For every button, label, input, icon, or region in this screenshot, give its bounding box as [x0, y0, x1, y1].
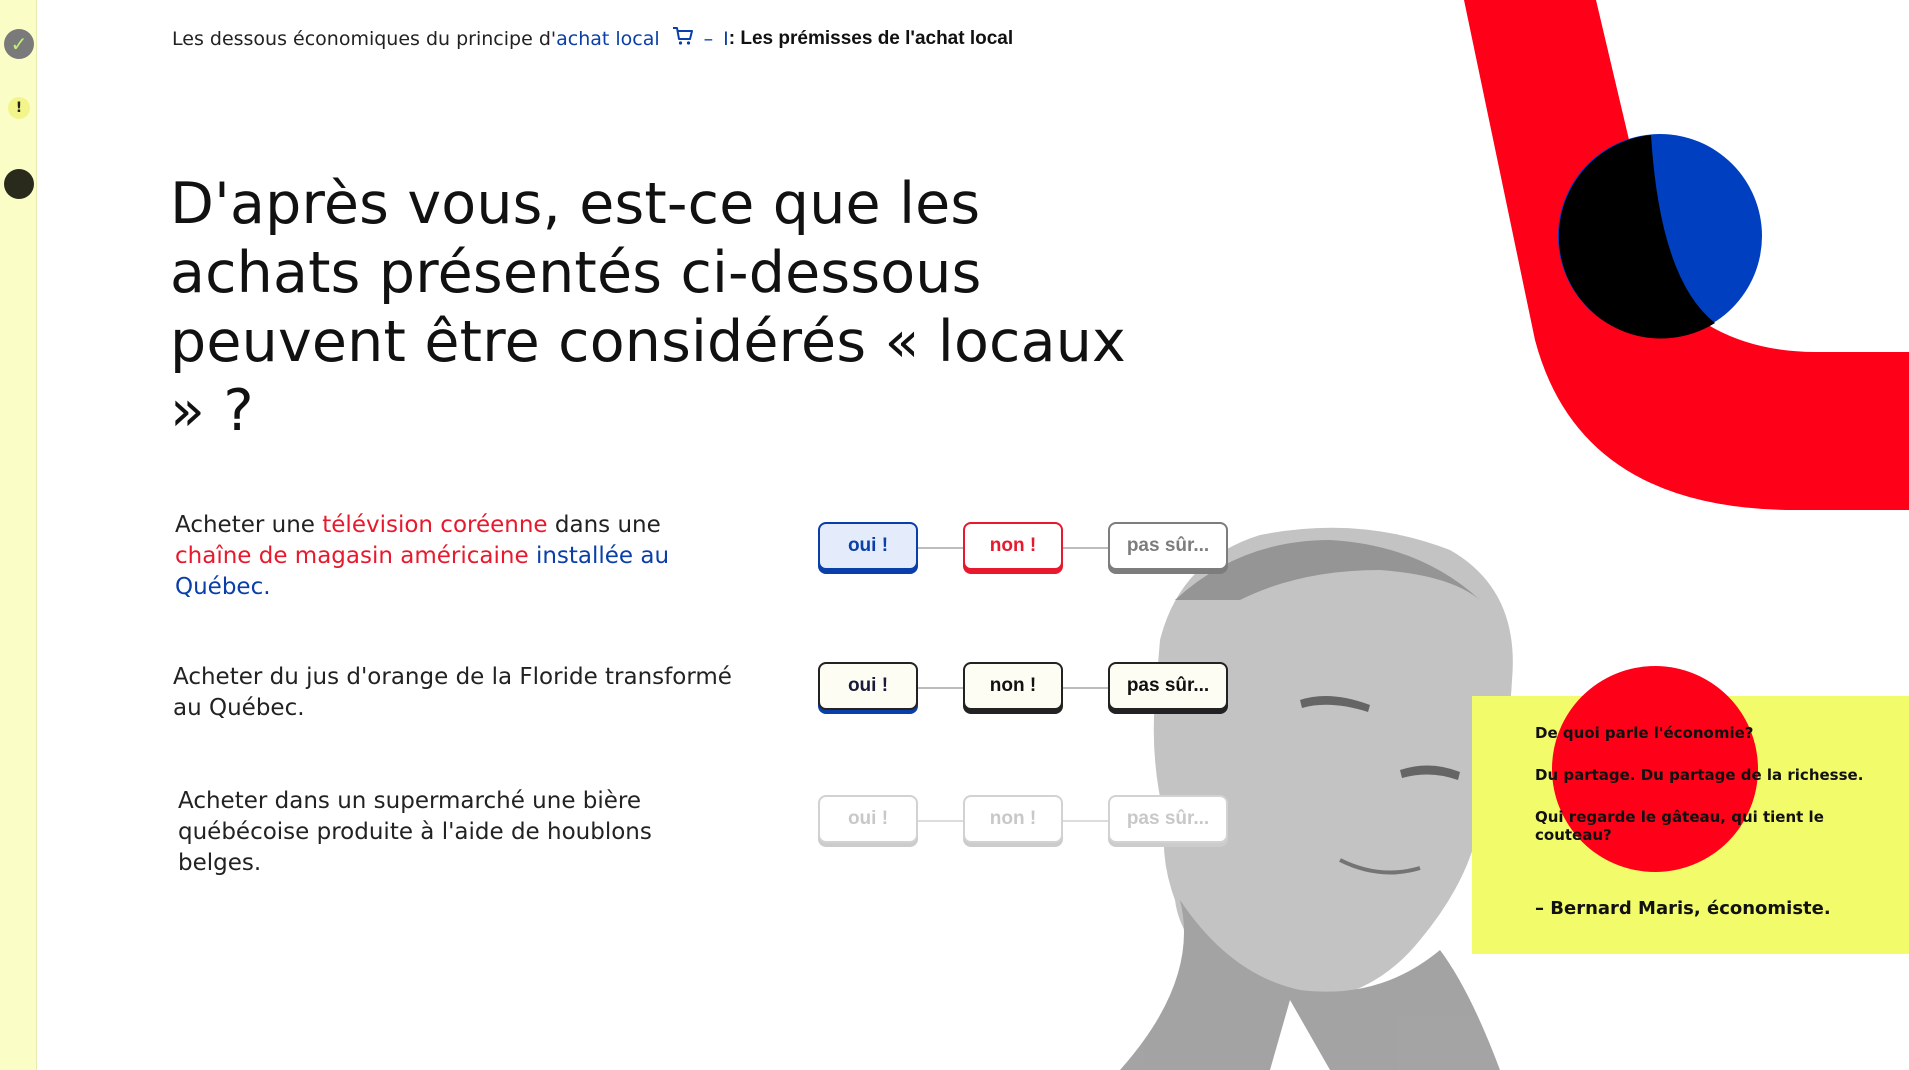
question-2-answers: oui ! non ! pas sûr... [818, 662, 1230, 714]
question-3-text: Acheter dans un supermarché une bière qu… [178, 788, 652, 876]
question-1-unsure-button[interactable]: pas sûr... [1108, 522, 1228, 570]
question-3-answers: oui ! non ! pas sûr... [818, 795, 1230, 847]
shopping-cart-icon[interactable] [672, 26, 694, 51]
question-2-text: Acheter du jus d'orange de la Floride tr… [173, 664, 732, 721]
question-1-highlight-red: télévision coréenne [322, 512, 548, 538]
question-1-part: dans une [547, 512, 661, 538]
breadcrumb-section-title: : Les prémisses de l'achat local [728, 27, 1014, 49]
page: ✓ ! Les dessous économiques du principe … [0, 0, 1909, 1070]
question-1-text: Acheter une télévision coréenne dans une… [175, 510, 735, 603]
breadcrumb: Les dessous économiques du principe d' a… [172, 26, 1013, 51]
exclamation-icon[interactable]: ! [8, 97, 30, 119]
question-2-yes-button[interactable]: oui ! [818, 662, 918, 710]
page-title: D'après vous, est-ce que les achats prés… [170, 171, 1126, 444]
question-2-unsure-button[interactable]: pas sûr... [1108, 662, 1228, 710]
quote-author: – Bernard Maris, économiste. [1535, 898, 1831, 919]
question-3-no-button[interactable]: non ! [963, 795, 1063, 843]
current-step-dot-icon[interactable] [4, 169, 34, 199]
checkmark-icon[interactable]: ✓ [4, 29, 34, 59]
quote-line-2: Du partage. Du partage de la richesse. [1535, 766, 1864, 784]
question-1-highlight-red: chaîne de magasin américaine [175, 543, 529, 569]
progress-rail: ✓ ! [0, 0, 37, 1070]
breadcrumb-separator: – [703, 27, 714, 50]
question-1-part: Acheter une [175, 512, 323, 538]
question-1-part [529, 543, 536, 569]
question-3-yes-button[interactable]: oui ! [818, 795, 918, 843]
question-2-no-button[interactable]: non ! [963, 662, 1063, 710]
question-1-answers: oui ! non ! pas sûr... [818, 522, 1230, 574]
quote-line-1: De quoi parle l'économie? [1535, 724, 1754, 742]
question-1-no-button[interactable]: non ! [963, 522, 1063, 570]
question-3-unsure-button[interactable]: pas sûr... [1108, 795, 1228, 843]
breadcrumb-prefix: Les dessous économiques du principe d' [172, 27, 557, 50]
question-1-yes-button[interactable]: oui ! [818, 522, 918, 570]
quote-block: De quoi parle l'économie? Du partage. Du… [1535, 724, 1895, 943]
quote-line-3: Qui regarde le gâteau, qui tient le cout… [1535, 808, 1824, 844]
breadcrumb-link-achat-local[interactable]: achat local [556, 28, 660, 50]
